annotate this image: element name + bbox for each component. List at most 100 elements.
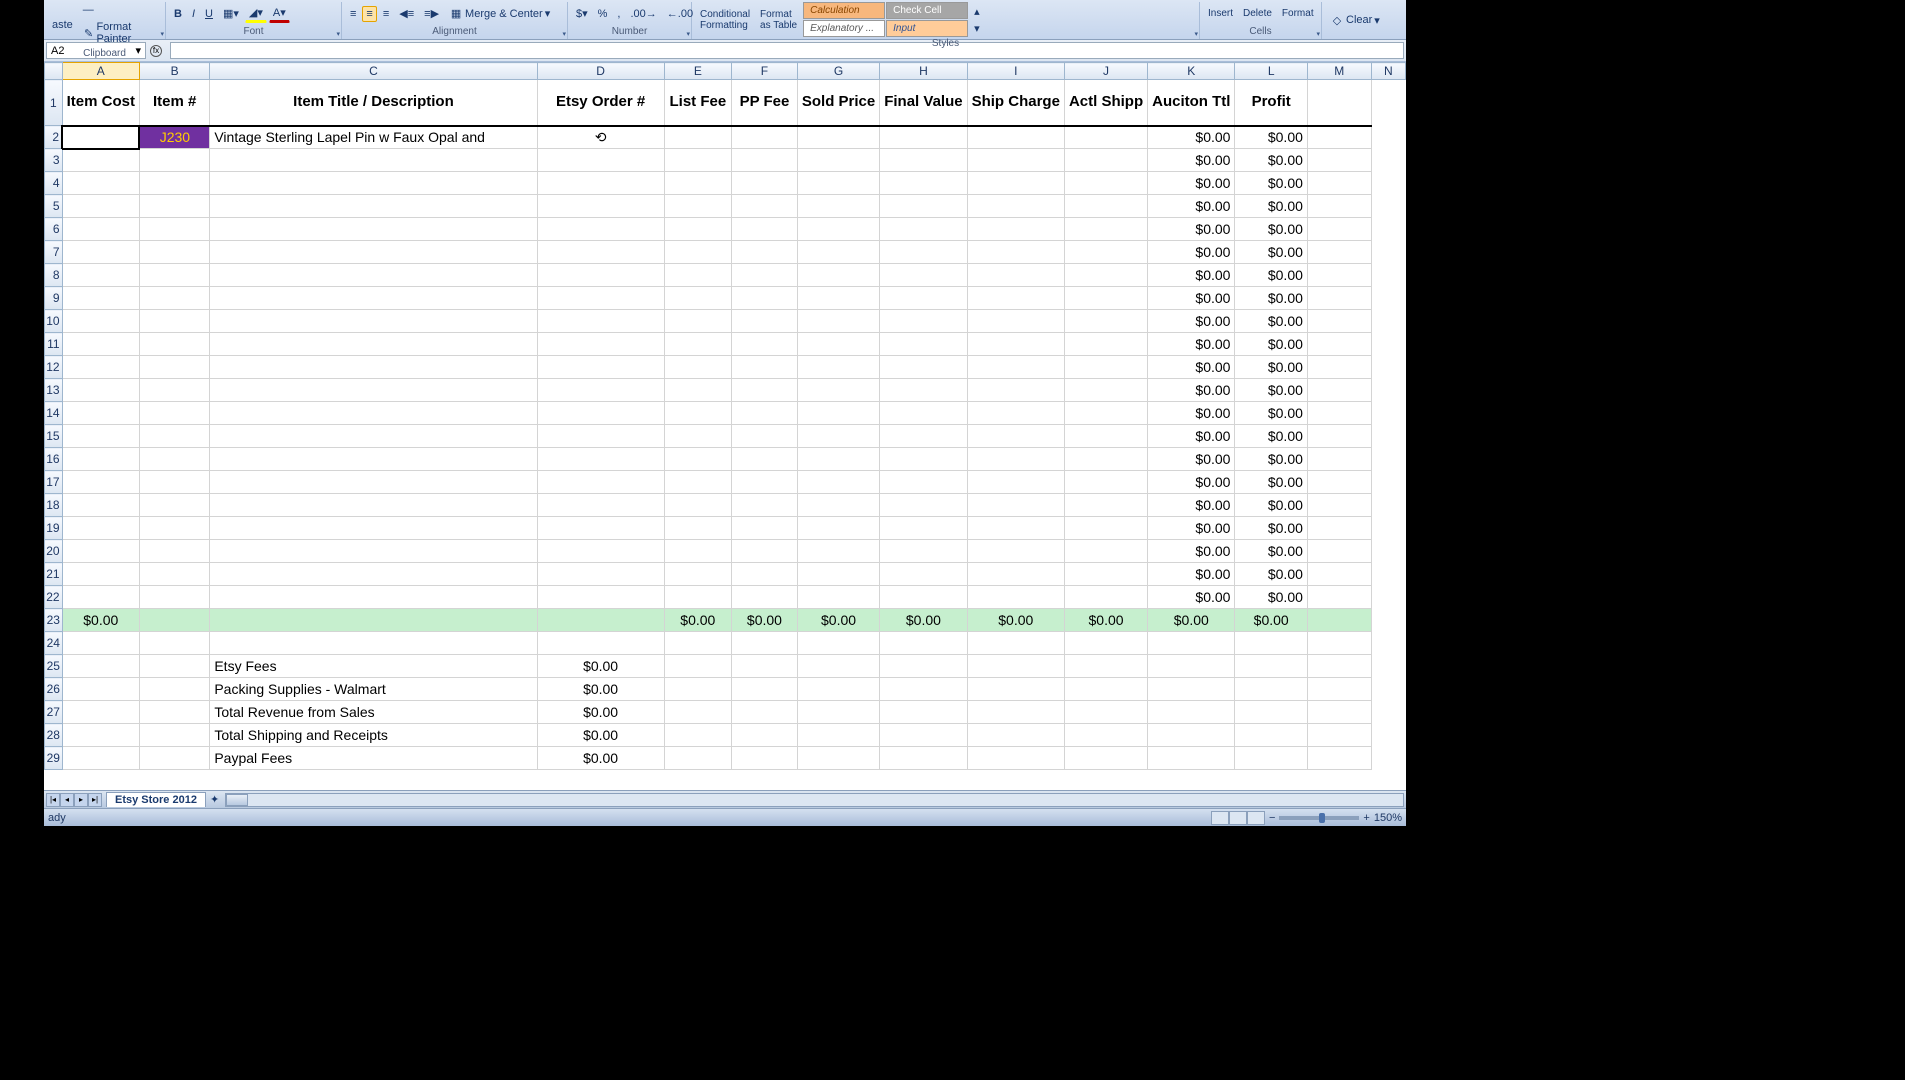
cell[interactable] — [139, 241, 209, 264]
cell[interactable]: $0.00 — [1235, 218, 1307, 241]
cell[interactable] — [797, 126, 879, 149]
cell[interactable]: $0.00 — [1148, 149, 1235, 172]
cell[interactable] — [62, 356, 139, 379]
cell[interactable] — [732, 448, 798, 471]
cell[interactable] — [1064, 586, 1147, 609]
cell[interactable] — [967, 172, 1064, 195]
cell[interactable]: $0.00 — [1235, 517, 1307, 540]
cell[interactable] — [139, 632, 209, 655]
row-header[interactable]: 13 — [45, 379, 63, 402]
cell[interactable] — [732, 425, 798, 448]
cell[interactable] — [139, 287, 209, 310]
cell[interactable] — [1307, 586, 1371, 609]
row-header[interactable]: 6 — [45, 218, 63, 241]
delete-button[interactable]: Delete — [1239, 7, 1276, 20]
cell[interactable]: $0.00 — [1235, 356, 1307, 379]
cell[interactable] — [62, 264, 139, 287]
horizontal-scrollbar[interactable] — [225, 793, 1404, 807]
summary-cell[interactable]: Total Shipping and Receipts — [210, 724, 537, 747]
row-header[interactable]: 16 — [45, 448, 63, 471]
row-header[interactable]: 7 — [45, 241, 63, 264]
insert-button[interactable]: Insert — [1204, 7, 1237, 20]
header-cell[interactable]: Actl Shipp — [1064, 80, 1147, 126]
row-header[interactable]: 27 — [45, 701, 63, 724]
align-right-button[interactable]: ≡ — [379, 6, 393, 22]
cell[interactable]: $0.00 — [1148, 586, 1235, 609]
format-button[interactable]: Format — [1278, 7, 1318, 20]
cell[interactable] — [880, 218, 967, 241]
cell[interactable] — [797, 379, 879, 402]
header-cell[interactable]: Item Title / Description — [210, 80, 537, 126]
summary-cell[interactable]: $0.00 — [537, 701, 664, 724]
cell[interactable]: $0.00 — [1235, 471, 1307, 494]
cell[interactable] — [1307, 540, 1371, 563]
cell[interactable] — [664, 379, 731, 402]
cell[interactable] — [1148, 632, 1235, 655]
row-header[interactable]: 24 — [45, 632, 63, 655]
style-scroll-up[interactable]: ▴ — [970, 3, 984, 20]
cell[interactable] — [1307, 172, 1371, 195]
cell[interactable] — [139, 402, 209, 425]
col-header-F[interactable]: F — [732, 63, 798, 80]
cell[interactable] — [1064, 471, 1147, 494]
col-header-I[interactable]: I — [967, 63, 1064, 80]
cell[interactable] — [664, 149, 731, 172]
cell[interactable] — [967, 356, 1064, 379]
cell[interactable] — [732, 264, 798, 287]
cell[interactable] — [139, 494, 209, 517]
summary-cell[interactable] — [664, 747, 731, 770]
cell[interactable] — [732, 149, 798, 172]
cell[interactable] — [880, 149, 967, 172]
row-header[interactable]: 8 — [45, 264, 63, 287]
summary-cell[interactable] — [1307, 747, 1371, 770]
cell[interactable] — [880, 632, 967, 655]
cell[interactable] — [210, 356, 537, 379]
cell[interactable] — [210, 218, 537, 241]
cell[interactable] — [664, 448, 731, 471]
summary-cell[interactable] — [967, 701, 1064, 724]
cell[interactable] — [537, 425, 664, 448]
cell[interactable] — [139, 310, 209, 333]
cell[interactable]: $0.00 — [1235, 425, 1307, 448]
row-header[interactable]: 18 — [45, 494, 63, 517]
summary-cell[interactable] — [880, 747, 967, 770]
cell[interactable] — [664, 310, 731, 333]
cell[interactable] — [732, 563, 798, 586]
col-header-J[interactable]: J — [1064, 63, 1147, 80]
row-header[interactable]: 29 — [45, 747, 63, 770]
cell[interactable] — [880, 356, 967, 379]
cell[interactable] — [210, 448, 537, 471]
cell[interactable] — [797, 195, 879, 218]
summary-cell[interactable] — [139, 724, 209, 747]
summary-cell[interactable]: $0.00 — [537, 724, 664, 747]
border-button[interactable]: ▦▾ — [219, 5, 243, 22]
cell[interactable]: $0.00 — [1148, 471, 1235, 494]
summary-cell[interactable] — [1235, 701, 1307, 724]
cell[interactable]: ⟲ — [537, 126, 664, 149]
cell[interactable]: $0.00 — [1235, 310, 1307, 333]
summary-cell[interactable] — [664, 701, 731, 724]
row-header[interactable]: 2 — [45, 126, 63, 149]
totals-cell[interactable]: $0.00 — [1064, 609, 1147, 632]
cell[interactable] — [537, 218, 664, 241]
summary-cell[interactable] — [1064, 701, 1147, 724]
cell[interactable] — [537, 287, 664, 310]
summary-cell[interactable] — [1064, 747, 1147, 770]
row-header[interactable]: 9 — [45, 287, 63, 310]
summary-cell[interactable] — [1148, 678, 1235, 701]
summary-cell[interactable] — [880, 678, 967, 701]
cell[interactable] — [732, 632, 798, 655]
cell[interactable] — [1307, 333, 1371, 356]
cell[interactable] — [967, 333, 1064, 356]
cell[interactable] — [880, 540, 967, 563]
cell[interactable] — [664, 241, 731, 264]
cell[interactable] — [1064, 218, 1147, 241]
summary-cell[interactable] — [139, 678, 209, 701]
cell[interactable] — [1235, 632, 1307, 655]
row-header[interactable]: 23 — [45, 609, 63, 632]
summary-cell[interactable] — [967, 747, 1064, 770]
clear-button[interactable]: ◇Clear▾ — [1326, 11, 1384, 29]
cell[interactable] — [139, 264, 209, 287]
cell[interactable]: $0.00 — [1235, 264, 1307, 287]
cell[interactable] — [1064, 126, 1147, 149]
